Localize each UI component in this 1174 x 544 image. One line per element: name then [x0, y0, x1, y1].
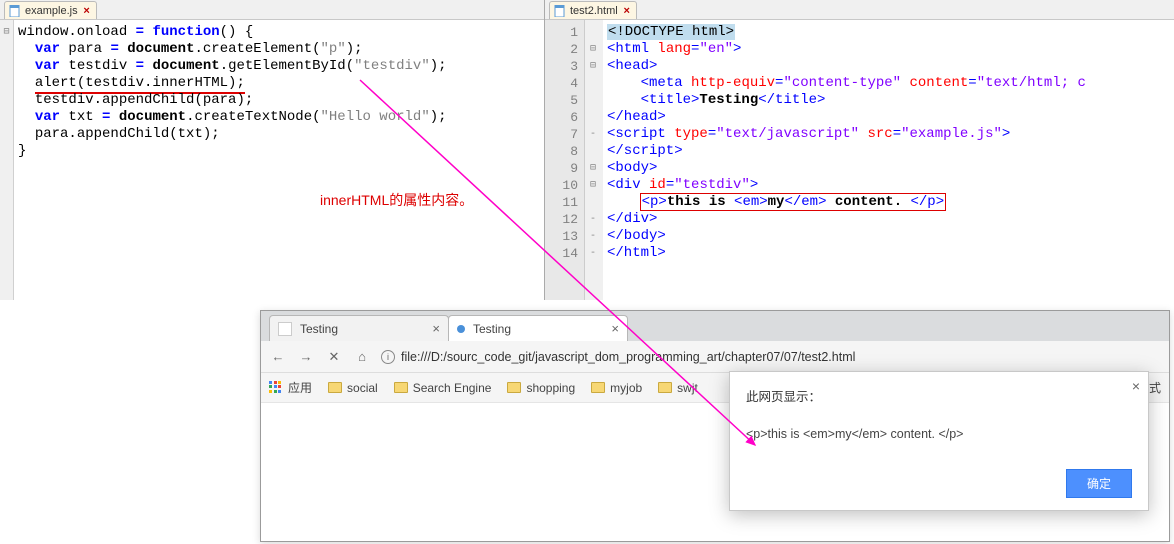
tab-bar-left: example.js ×	[0, 0, 544, 20]
loading-dot-icon	[457, 325, 465, 333]
bookmark-folder[interactable]: myjob	[591, 381, 642, 395]
editor-pane-right: test2.html × 1234567891011121314 ⊟⊟-⊟⊟--…	[545, 0, 1174, 300]
browser-tab-0[interactable]: Testing ×	[269, 315, 449, 341]
file-icon	[554, 5, 566, 17]
bookmark-label: swjt	[677, 381, 698, 395]
url-text: file:///D:/sourc_code_git/javascript_dom…	[401, 350, 855, 364]
tab-filename: test2.html	[570, 5, 618, 17]
address-bar: ← → ✕ ⌂ i file:///D:/sourc_code_git/java…	[261, 341, 1169, 373]
bookmark-folder[interactable]: social	[328, 381, 378, 395]
alert-close-icon[interactable]: ×	[1132, 378, 1140, 394]
code-area-left[interactable]: window.onload = function() { var para = …	[14, 20, 544, 300]
browser-tabstrip: Testing × Testing ×	[261, 311, 1169, 341]
alert-title: 此网页显示：	[746, 386, 1132, 405]
bookmark-label: social	[347, 381, 378, 395]
alert-message: <p>this is <em>my</em> content. </p>	[746, 427, 1132, 441]
bookmark-label: Search Engine	[413, 381, 492, 395]
apps-label: 应用	[288, 379, 312, 396]
tab-filename: example.js	[25, 5, 78, 17]
browser-tab-1[interactable]: Testing ×	[448, 315, 628, 341]
editor-pane-left: example.js × ⊟ window.onload = function(…	[0, 0, 545, 300]
fold-gutter-right: ⊟⊟-⊟⊟---	[585, 20, 603, 300]
code-area-right[interactable]: <!DOCTYPE html><html lang="en"><head> <m…	[603, 20, 1174, 300]
stop-reload-button[interactable]: ✕	[325, 349, 343, 365]
folder-icon	[591, 382, 605, 393]
tab-close-icon[interactable]: ×	[82, 6, 92, 16]
browser-tab-title: Testing	[300, 322, 338, 336]
folder-icon	[328, 382, 342, 393]
bookmark-folder[interactable]: shopping	[507, 381, 575, 395]
bookmark-label: shopping	[526, 381, 575, 395]
site-info-icon[interactable]: i	[381, 350, 395, 364]
bookmark-label: myjob	[610, 381, 642, 395]
folder-icon	[394, 382, 408, 393]
file-icon	[9, 5, 21, 17]
fold-gutter-left: ⊟	[0, 20, 14, 300]
apps-icon	[269, 381, 283, 395]
editor-right[interactable]: 1234567891011121314 ⊟⊟-⊟⊟--- <!DOCTYPE h…	[545, 20, 1174, 300]
apps-shortcut[interactable]: 应用	[269, 379, 312, 396]
browser-window: Testing × Testing × ← → ✕ ⌂ i file:///D:…	[260, 310, 1170, 542]
alert-ok-button[interactable]: 确定	[1066, 469, 1132, 498]
tab-close-icon[interactable]: ×	[622, 6, 632, 16]
tab-example-js[interactable]: example.js ×	[4, 1, 97, 19]
back-button[interactable]: ←	[269, 349, 287, 364]
browser-tab-title: Testing	[473, 322, 511, 336]
folder-icon	[658, 382, 672, 393]
js-alert-dialog: × 此网页显示： <p>this is <em>my</em> content.…	[729, 371, 1149, 511]
annotation-text: innerHTML的属性内容。	[320, 192, 473, 209]
tab-close-icon[interactable]: ×	[432, 321, 440, 336]
line-numbers: 1234567891011121314	[545, 20, 585, 300]
tab-bar-right: test2.html ×	[545, 0, 1174, 20]
bookmark-folder[interactable]: swjt	[658, 381, 698, 395]
folder-icon	[507, 382, 521, 393]
forward-button[interactable]: →	[297, 349, 315, 364]
browser-viewport: × 此网页显示： <p>this is <em>my</em> content.…	[261, 403, 1169, 541]
home-button[interactable]: ⌂	[353, 349, 371, 364]
favicon-icon	[278, 322, 292, 336]
tab-close-icon[interactable]: ×	[611, 321, 619, 336]
editor-left[interactable]: ⊟ window.onload = function() { var para …	[0, 20, 544, 300]
bookmark-folder[interactable]: Search Engine	[394, 381, 492, 395]
url-field[interactable]: i file:///D:/sourc_code_git/javascript_d…	[381, 350, 1161, 364]
tab-test2-html[interactable]: test2.html ×	[549, 1, 637, 19]
